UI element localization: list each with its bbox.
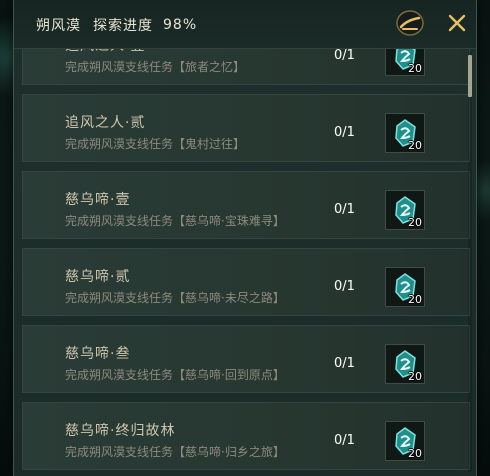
reward-quantity: 20 (408, 216, 422, 229)
quest-description: 完成朔风漠支线任务【慈乌啼·回到原点】 (65, 368, 285, 382)
progress-label: 探索进度 (93, 17, 153, 34)
reward-quantity: 20 (408, 293, 422, 306)
reward-quantity: 20 (408, 370, 422, 383)
exploration-panel: 追风之人·壹 完成朔风漠支线任务【旅者之忆】 0/1 20 追风之人·贰 完成朔… (13, 0, 477, 476)
reward-quantity: 20 (408, 447, 422, 460)
quest-description: 完成朔风漠支线任务【旅者之忆】 (65, 60, 246, 74)
quest-item[interactable]: 追风之人·贰 完成朔风漠支线任务【鬼村过往】 0/1 20 (22, 94, 470, 162)
reward-slot[interactable]: 20 (385, 344, 425, 384)
quest-list[interactable]: 追风之人·壹 完成朔风漠支线任务【旅者之忆】 0/1 20 追风之人·贰 完成朔… (22, 27, 470, 476)
quest-progress: 0/1 (334, 48, 355, 63)
scroll-tool-icon (396, 10, 424, 36)
quest-description: 完成朔风漠支线任务【慈乌啼·宝珠难寻】 (65, 214, 285, 228)
quest-title: 慈乌啼·壹 (65, 192, 131, 208)
quest-description: 完成朔风漠支线任务【慈乌啼·归乡之旅】 (65, 445, 285, 459)
quest-progress: 0/1 (334, 279, 355, 294)
quest-title: 慈乌啼·叁 (65, 346, 131, 362)
reward-slot[interactable]: 20 (385, 113, 425, 153)
quest-item[interactable]: 慈乌啼·壹 完成朔风漠支线任务【慈乌啼·宝珠难寻】 0/1 20 (22, 171, 470, 239)
reward-quantity: 20 (408, 139, 422, 152)
close-icon (448, 14, 466, 32)
reward-slot[interactable]: 20 (385, 267, 425, 307)
quest-progress: 0/1 (334, 433, 355, 448)
reward-slot[interactable]: 20 (385, 190, 425, 230)
progress-percent: 98% (163, 16, 198, 33)
panel-header: 朔风漠 探索进度 98% (14, 0, 476, 49)
quest-title: 慈乌啼·终归故林 (65, 423, 176, 439)
quest-item[interactable]: 慈乌啼·贰 完成朔风漠支线任务【慈乌啼·未尽之路】 0/1 20 (22, 248, 470, 316)
reward-slot[interactable]: 20 (385, 421, 425, 461)
header-divider (14, 48, 476, 49)
quest-title: 慈乌啼·贰 (65, 269, 131, 285)
quest-progress: 0/1 (334, 202, 355, 217)
quest-progress: 0/1 (334, 125, 355, 140)
reward-quantity: 20 (408, 62, 422, 75)
scrollbar-thumb[interactable] (468, 55, 472, 97)
region-name: 朔风漠 (36, 17, 81, 34)
quest-item[interactable]: 慈乌啼·终归故林 完成朔风漠支线任务【慈乌啼·归乡之旅】 0/1 20 (22, 402, 470, 470)
quest-item[interactable]: 慈乌啼·叁 完成朔风漠支线任务【慈乌啼·回到原点】 0/1 20 (22, 325, 470, 393)
quest-description: 完成朔风漠支线任务【慈乌啼·未尽之路】 (65, 291, 285, 305)
close-button[interactable] (441, 8, 473, 38)
quest-progress: 0/1 (334, 356, 355, 371)
quest-title: 追风之人·贰 (65, 115, 146, 131)
scroll-tool-button[interactable] (394, 8, 426, 38)
quest-description: 完成朔风漠支线任务【鬼村过往】 (65, 137, 246, 151)
scrollbar-track[interactable] (468, 52, 472, 472)
